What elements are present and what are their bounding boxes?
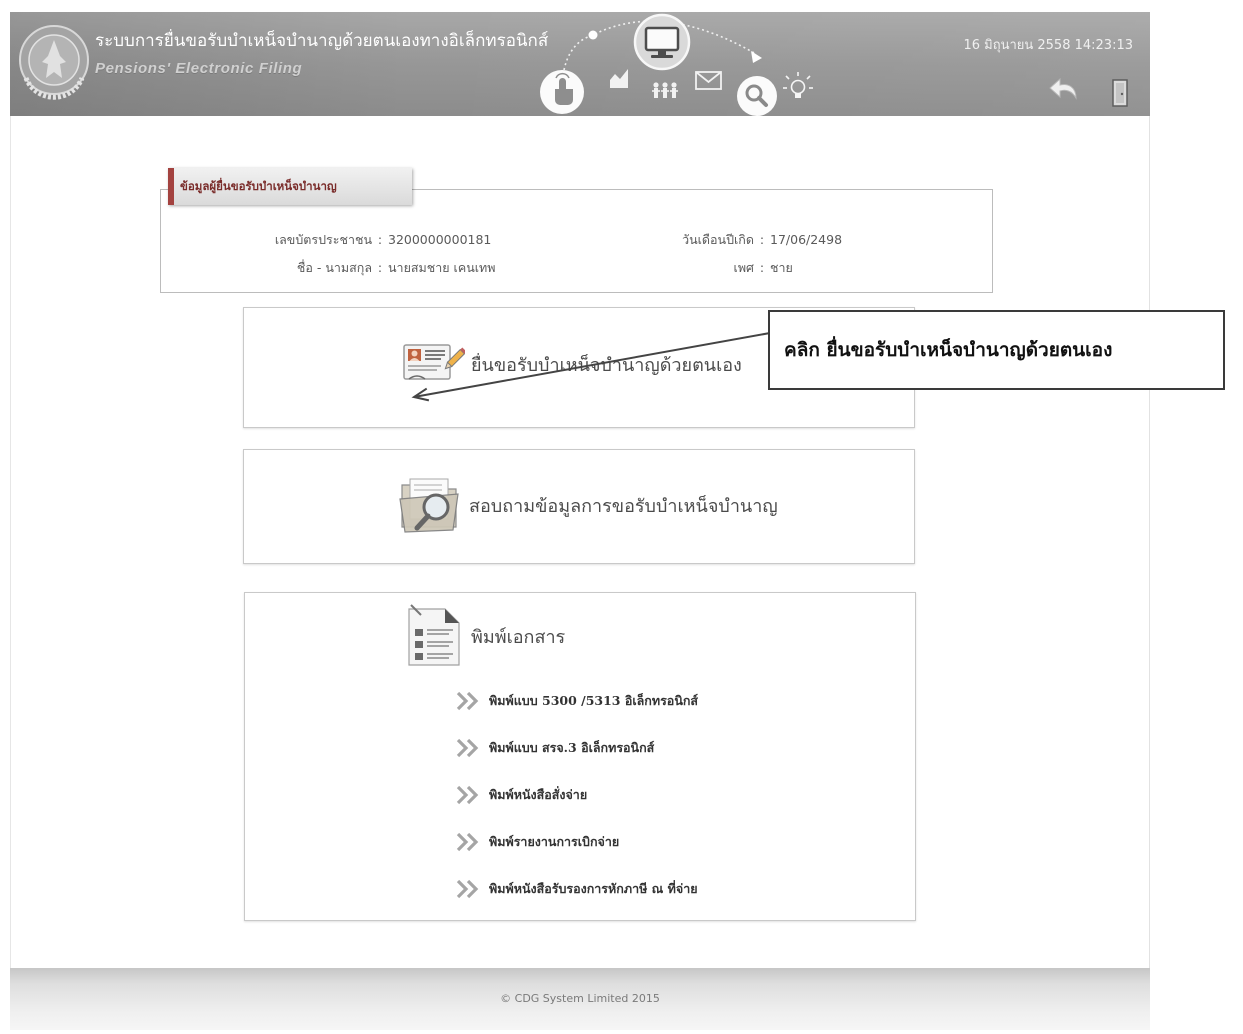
instruction-callout: คลิก ยื่นขอรับบำเหน็จบำนาญด้วยตนเอง <box>768 310 1225 390</box>
chart-icon <box>610 69 628 88</box>
field-separator: : <box>759 260 765 275</box>
double-chevron-right-icon <box>455 832 481 852</box>
touch-icon <box>540 70 584 114</box>
callout-text: คลิก ยื่นขอรับบำเหน็จบำนาญด้วยตนเอง <box>784 339 1113 361</box>
print-links-list: พิมพ์แบบ 5300 /5313 อิเล็กทรอนิกส์ พิมพ์… <box>455 690 698 925</box>
people-icon <box>652 82 678 98</box>
print-link-label: พิมพ์แบบ สรจ.3 อิเล็กทรอนิกส์ <box>489 740 655 755</box>
search-icon <box>737 76 777 116</box>
print-link-item[interactable]: พิมพ์หนังสือสั่งจ่าย <box>455 784 698 806</box>
back-button[interactable] <box>1048 76 1080 102</box>
folder-search-icon <box>398 471 466 537</box>
print-document-icon <box>405 603 463 667</box>
field-separator: : <box>759 232 765 247</box>
double-chevron-right-icon <box>455 785 481 805</box>
field-value: 17/06/2498 <box>770 232 843 247</box>
field-label: วันเดือนปีเกิด <box>682 232 754 247</box>
app-subtitle: Pensions' Electronic Filing <box>95 60 303 77</box>
full-name-field: ชื่อ - นามสกุล : นายสมชาย เคนเทพ <box>202 259 496 277</box>
field-label: เพศ <box>733 260 754 275</box>
double-chevron-right-icon <box>455 691 481 711</box>
print-link-item[interactable]: พิมพ์แบบ 5300 /5313 อิเล็กทรอนิกส์ <box>455 690 698 712</box>
mail-icon <box>695 71 722 90</box>
app-header: ระบบการยื่นขอรับบำเหน็จบำนาญด้วยตนเองทาง… <box>10 12 1150 116</box>
print-link-label: พิมพ์หนังสือสั่งจ่าย <box>489 787 588 802</box>
exit-door-icon <box>1112 79 1128 107</box>
back-arrow-icon <box>1049 77 1077 100</box>
double-chevron-right-icon <box>455 879 481 899</box>
field-separator: : <box>377 232 383 247</box>
current-datetime: 16 มิถุนายน 2558 14:23:13 <box>963 38 1133 53</box>
field-label: เลขบัตรประชาชน <box>274 232 372 247</box>
print-link-label: พิมพ์รายงานการเบิกจ่าย <box>489 834 620 849</box>
copyright-text: © CDG System Limited 2015 <box>500 992 660 1005</box>
field-separator: : <box>377 260 383 275</box>
print-link-label: พิมพ์แบบ 5300 /5313 อิเล็กทรอนิกส์ <box>489 693 699 708</box>
print-documents-panel: พิมพ์เอกสาร พิมพ์แบบ 5300 /5313 อิเล็กทร… <box>244 592 916 921</box>
annotation-arrow <box>411 332 771 402</box>
department-seal-logo <box>18 16 90 110</box>
pension-inquiry-label: สอบถามข้อมูลการขอรับบำเหน็จบำนาญ <box>469 496 778 517</box>
monitor-icon <box>633 13 691 71</box>
pension-inquiry-menu-card[interactable]: สอบถามข้อมูลการขอรับบำเหน็จบำนาญ <box>243 449 915 564</box>
field-value: 3200000000181 <box>388 232 492 247</box>
national-id-field: เลขบัตรประชาชน : 3200000000181 <box>202 231 492 249</box>
print-link-item[interactable]: พิมพ์หนังสือรับรองการหักภาษี ณ ที่จ่าย <box>455 878 698 900</box>
print-link-label: พิมพ์หนังสือรับรองการหักภาษี ณ ที่จ่าย <box>489 881 698 896</box>
print-documents-title: พิมพ์เอกสาร <box>471 627 566 648</box>
logout-button[interactable] <box>1112 79 1128 107</box>
header-feature-graphic <box>530 12 830 116</box>
section-title: ข้อมูลผู้ยื่นขอรับบำเหน็จบำนาญ <box>180 179 337 193</box>
print-link-item[interactable]: พิมพ์รายงานการเบิกจ่าย <box>455 831 698 853</box>
birth-date-field: วันเดือนปีเกิด : 17/06/2498 <box>584 231 842 249</box>
print-link-item[interactable]: พิมพ์แบบ สรจ.3 อิเล็กทรอนิกส์ <box>455 737 698 759</box>
arc-dot <box>588 30 598 40</box>
field-label: ชื่อ - นามสกุล <box>296 260 372 275</box>
page-footer: © CDG System Limited 2015 <box>10 968 1150 1030</box>
field-value: นายสมชาย เคนเทพ <box>388 260 496 275</box>
lightbulb-icon <box>783 72 813 98</box>
app-title: ระบบการยื่นขอรับบำเหน็จบำนาญด้วยตนเองทาง… <box>95 31 549 51</box>
double-chevron-right-icon <box>455 738 481 758</box>
applicant-info-heading: ข้อมูลผู้ยื่นขอรับบำเหน็จบำนาญ <box>168 168 412 205</box>
cursor-pointer-icon <box>751 51 762 63</box>
field-value: ชาย <box>770 260 793 275</box>
gender-field: เพศ : ชาย <box>584 259 793 277</box>
